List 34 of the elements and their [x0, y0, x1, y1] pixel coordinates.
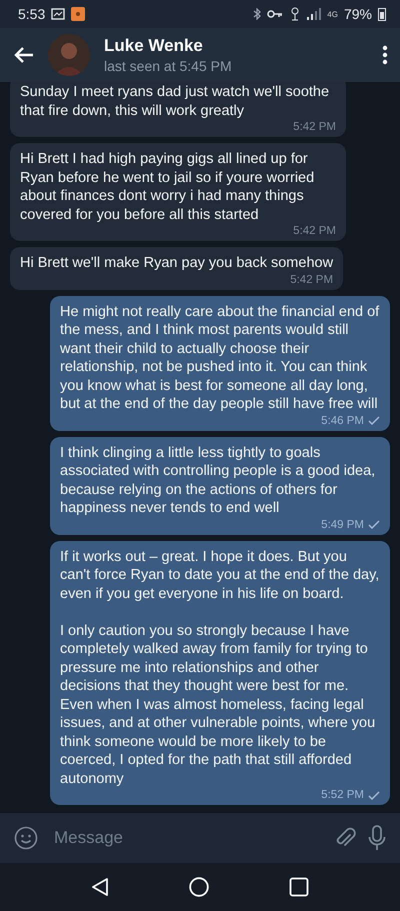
- message-composer[interactable]: Message: [0, 813, 400, 863]
- message-time: 5:46 PM: [321, 414, 364, 426]
- battery-percent: 79%: [344, 6, 372, 22]
- message-time: 5:42 PM: [293, 225, 336, 237]
- bluetooth-icon: [253, 8, 262, 20]
- message-text: Hi Brett I had high paying gigs all lined up for Ryan before he went to jail so if youre worried about finances dont worry i had many things covered for you before all this started: [20, 150, 316, 224]
- battery-icon: [378, 7, 386, 21]
- message-text: I think clinging a little less tightly to goals associated with controlling people is a good idea, because relying on the actions of others for happiness never tends to end well: [60, 444, 376, 518]
- key-icon: [267, 9, 284, 19]
- checkmark-icon: [368, 520, 380, 529]
- last-seen-status: last seen at 5:45 PM: [104, 58, 233, 74]
- microphone-button[interactable]: [368, 825, 386, 851]
- checkmark-icon: [368, 790, 380, 800]
- message-text: If it works out – great. I hope it does. But you can't force Ryan to date you at the end of the day, even if you get everyone in his life on board. I only caution you so strongly because I have completely walked away from family for trying to pressure me into relationships and other decisions that they thought were best for me. Even when I was almost homeless, facing legal issues, and at other vulnerable points, where you think someone would be more likely to be coerced, I opted for the path that still afforded autonomy: [60, 548, 380, 788]
- gallery-icon: [51, 8, 66, 20]
- recents-nav-button[interactable]: [289, 877, 309, 897]
- contact-name: Luke Wenke: [104, 36, 204, 56]
- network-label: 4G: [327, 10, 338, 18]
- checkmark-icon: [368, 416, 380, 425]
- message-text: He might not really care about the financial end of the mess, and I think most parents would still want their child to actually choose their relationship, not be pushed into it. You can think you know what is best for someone all day long, but at the end of the day people still have free will: [60, 302, 380, 414]
- message-time: 5:42 PM: [293, 121, 336, 133]
- message-text: Sunday I meet ryans dad just watch we'll soothe that fire down, this will work greatly: [20, 83, 330, 120]
- signal-icon: [307, 8, 322, 20]
- notification-icon: [71, 7, 86, 21]
- message-text: Hi Brett we'll make Ryan pay you back somehow: [20, 254, 334, 272]
- clock-time: 5:53: [18, 6, 46, 22]
- back-button[interactable]: [14, 46, 34, 64]
- message-time: 5:49 PM: [321, 518, 364, 530]
- message-time: 5:52 PM: [321, 789, 364, 801]
- back-nav-button[interactable]: [91, 877, 109, 897]
- menu-button[interactable]: [382, 45, 388, 65]
- message-time: 5:42 PM: [290, 274, 334, 286]
- emoji-button[interactable]: [14, 826, 38, 850]
- home-nav-button[interactable]: [189, 877, 209, 897]
